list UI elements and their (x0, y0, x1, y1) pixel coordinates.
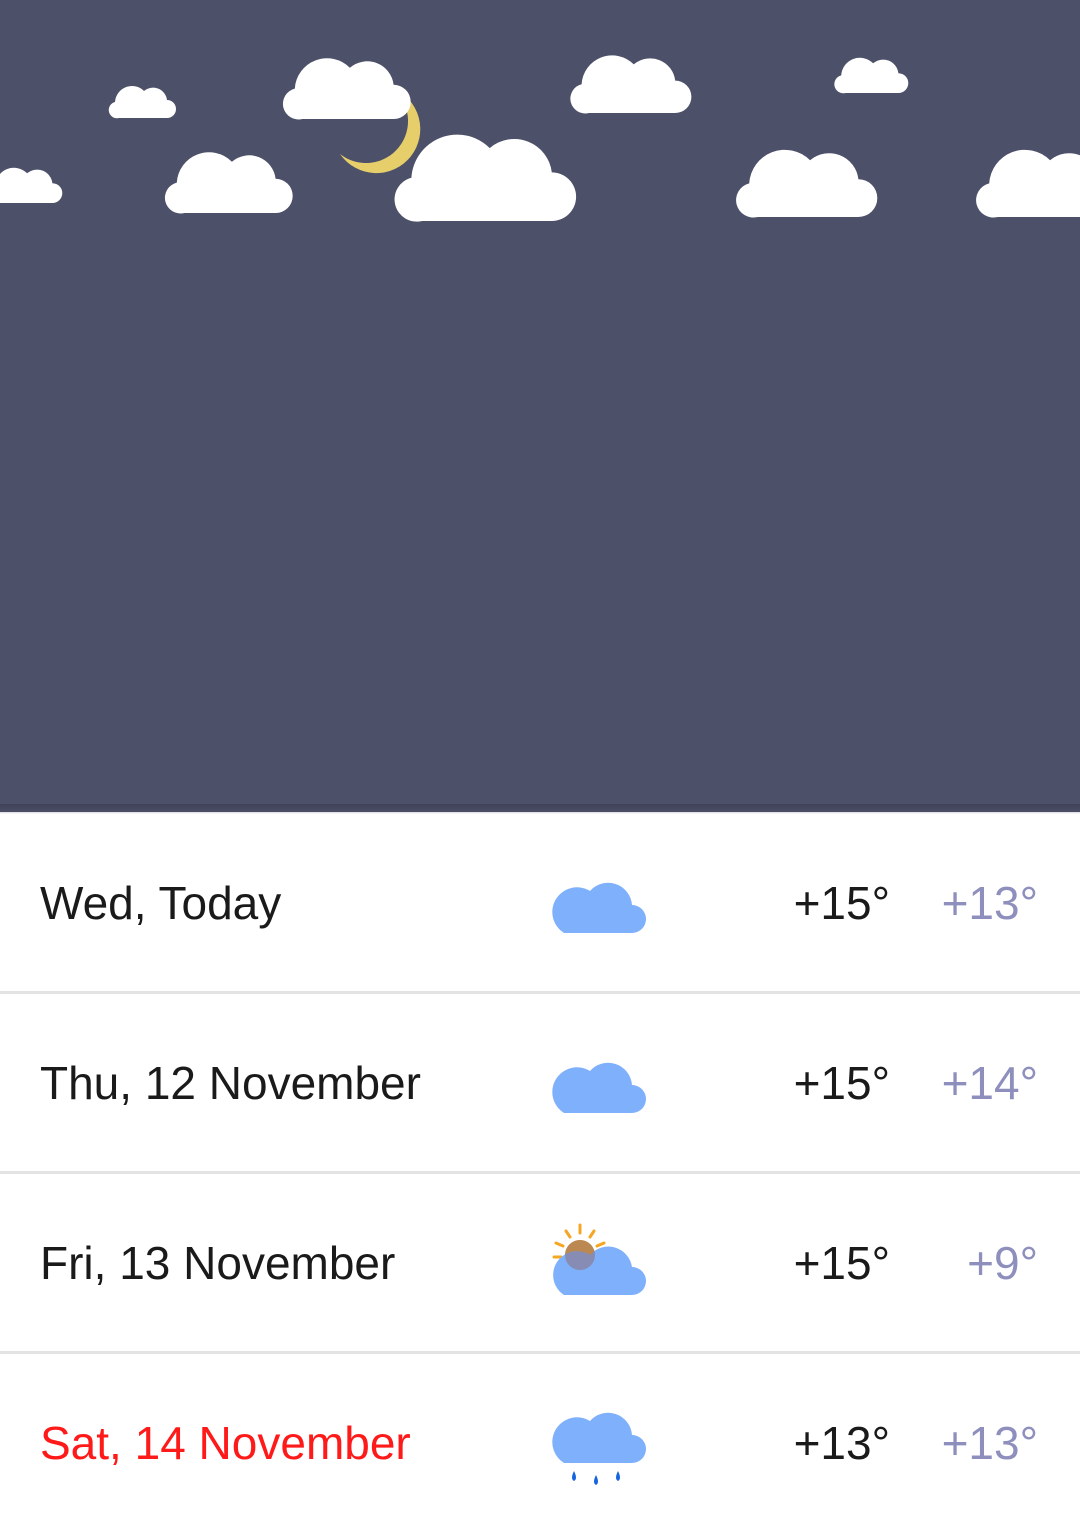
forecast-row[interactable]: Wed, Today +15° +13° (0, 814, 1080, 994)
cloud-icon (108, 86, 176, 119)
cloud-icon (0, 167, 63, 204)
cloud-icon (976, 149, 1080, 218)
divider (0, 804, 1080, 814)
high-temperature: +15° (793, 877, 890, 929)
high-temperature: +13° (793, 1417, 890, 1469)
cloud-icon (570, 55, 692, 114)
forecast-row[interactable]: Thu, 12 November +15° +14° (0, 994, 1080, 1174)
forecast-list: Wed, Today +15° +13° Thu, 12 November +1… (0, 814, 1080, 1534)
low-temperature: +13° (941, 877, 1038, 929)
forecast-day: Fri, 13 November (40, 1237, 396, 1289)
forecast-day: Thu, 12 November (40, 1057, 421, 1109)
cloud-icon (834, 57, 909, 94)
high-temperature: +15° (793, 1237, 890, 1289)
low-temperature: +14° (941, 1057, 1038, 1109)
cloud-icon (394, 134, 577, 222)
cloud-icon (552, 1062, 646, 1113)
high-temperature: +15° (793, 1057, 890, 1109)
forecast-day: Wed, Today (40, 877, 282, 929)
cloud-icon (552, 882, 646, 933)
sky-illustration (0, 55, 1080, 222)
low-temperature: +9° (967, 1237, 1038, 1289)
low-temperature: +13° (941, 1417, 1038, 1469)
forecast-row[interactable]: Fri, 13 November +15° +9° (0, 1174, 1080, 1354)
cloud-icon (282, 58, 411, 120)
cloud-icon (736, 149, 878, 218)
partly-sunny-icon (552, 1223, 646, 1295)
rain-cloud-icon (552, 1412, 646, 1485)
cloud-icon (164, 152, 293, 214)
weather-scene (0, 0, 1080, 812)
forecast-day: Sat, 14 November (40, 1417, 411, 1469)
forecast-row[interactable]: Sat, 14 November +13° +13° (0, 1354, 1080, 1534)
